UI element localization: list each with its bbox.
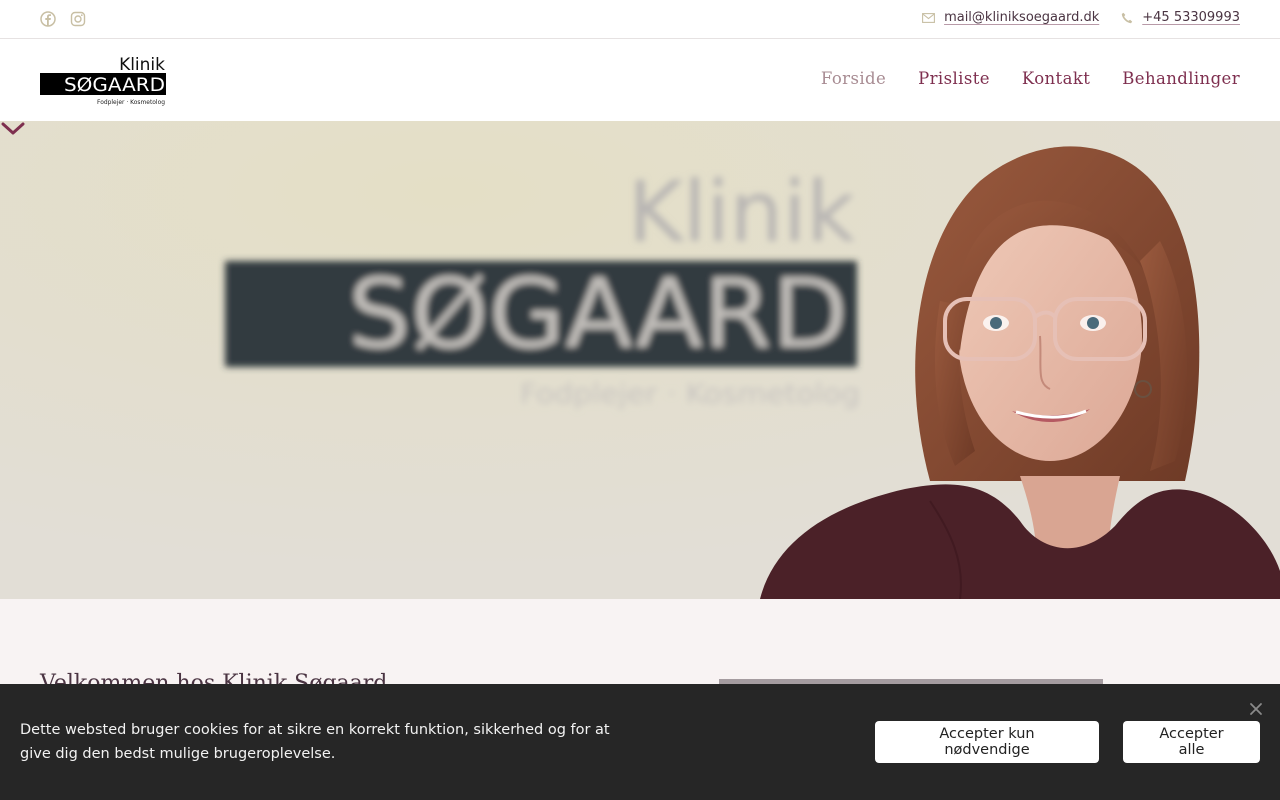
nav-item-behandlinger[interactable]: Behandlinger — [1122, 69, 1240, 88]
social-links — [40, 11, 86, 27]
site-logo[interactable]: Klinik SØGAARD Fodplejer · Kosmetolog — [40, 54, 166, 106]
nav-item-kontakt[interactable]: Kontakt — [1022, 69, 1090, 88]
logo-line2: SØGAARD — [64, 74, 165, 96]
hero-banner: Klinik SØGAARD Fodplejer · Kosmetolog — [0, 121, 1280, 599]
cookie-banner: Dette websted bruger cookies for at sikr… — [0, 684, 1280, 800]
facebook-icon[interactable] — [40, 11, 56, 27]
nav-item-forside[interactable]: Forside — [821, 69, 886, 88]
mail-icon — [922, 12, 936, 23]
chevron-down-icon[interactable] — [0, 121, 26, 137]
accept-necessary-button[interactable]: Accepter kun nødvendige — [875, 721, 1099, 763]
accept-all-button[interactable]: Accepter alle — [1123, 721, 1260, 763]
phone-link[interactable]: +45 53309993 — [1142, 10, 1240, 25]
logo-line1: Klinik — [119, 55, 165, 75]
main-nav: Forside Prisliste Kontakt Behandlinger — [821, 69, 1240, 88]
top-bar: mail@kliniksoegaard.dk +45 53309993 — [0, 0, 1280, 39]
email-link[interactable]: mail@kliniksoegaard.dk — [944, 10, 1099, 25]
contact-info: mail@kliniksoegaard.dk +45 53309993 — [922, 10, 1240, 25]
instagram-icon[interactable] — [70, 11, 86, 27]
phone-icon — [1122, 12, 1133, 23]
logo-line3: Fodplejer · Kosmetolog — [97, 98, 165, 106]
nav-item-prisliste[interactable]: Prisliste — [918, 69, 990, 88]
hero-image: Klinik SØGAARD Fodplejer · Kosmetolog — [0, 121, 1280, 599]
sign-line1: Klinik — [628, 163, 855, 261]
sign-line2: SØGAARD — [348, 258, 848, 370]
sign-line3: Fodplejer · Kosmetolog — [520, 377, 860, 410]
site-header: Klinik SØGAARD Fodplejer · Kosmetolog Fo… — [0, 39, 1280, 121]
cookie-text: Dette websted bruger cookies for at sikr… — [20, 722, 610, 762]
close-icon[interactable] — [1248, 701, 1264, 717]
